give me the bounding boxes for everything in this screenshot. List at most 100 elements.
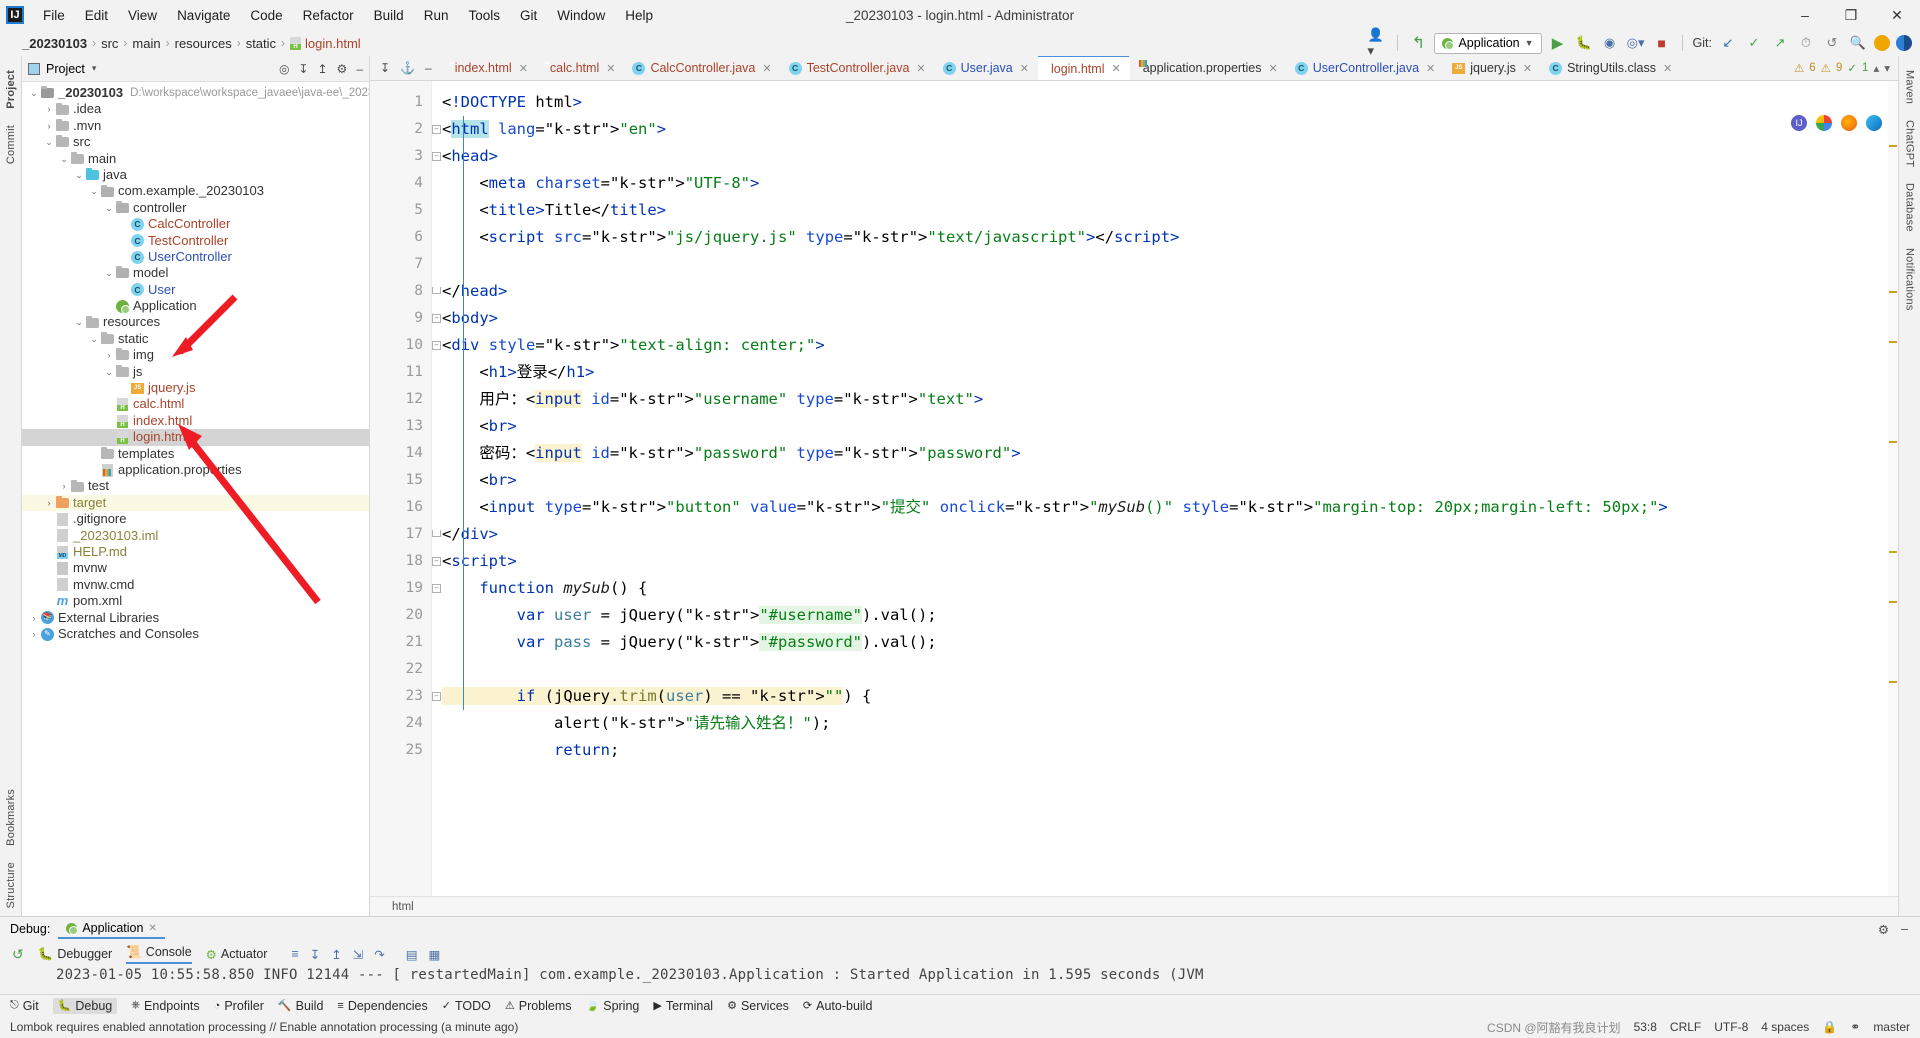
chevron-up-icon[interactable]: ▴ [1873, 61, 1879, 75]
menu-item-git[interactable]: Git [511, 5, 546, 26]
indent-setting[interactable]: 4 spaces [1761, 1020, 1809, 1034]
code-line-14[interactable]: 密码：<input id="k-str">"password" type="k-… [432, 440, 1888, 467]
chevron-down-icon[interactable]: ⌄ [43, 134, 55, 150]
code-line-3[interactable]: <head> [432, 143, 1888, 170]
code-line-20[interactable]: var user = jQuery("k-str">"#username").v… [432, 602, 1888, 629]
minimize-button[interactable]: – [1782, 0, 1828, 30]
line-number-1[interactable]: 1 [370, 89, 431, 116]
line-number-11[interactable]: 11 [370, 359, 431, 386]
menu-item-navigate[interactable]: Navigate [168, 5, 239, 26]
line-number-14[interactable]: 14 [370, 440, 431, 467]
line-number-20[interactable]: 20 [370, 602, 431, 629]
code-line-16[interactable]: <input type="k-str">"button" value="k-st… [432, 494, 1888, 521]
breadcrumb-project[interactable]: _20230103 [22, 36, 87, 51]
run-icon[interactable]: ▶ [1548, 33, 1568, 53]
line-number-16[interactable]: 16 [370, 494, 431, 521]
tree-node-calccontroller[interactable]: C CalcController [22, 216, 369, 232]
close-icon[interactable]: ✕ [916, 62, 925, 75]
tool-window-button-dependencies[interactable]: ≡ Dependencies [337, 999, 427, 1013]
breadcrumb-resources[interactable]: resources [175, 36, 232, 51]
minimize-icon[interactable]: – [1901, 922, 1908, 937]
tree-node-scratches-and-consoles[interactable]: › ✎ Scratches and Consoles [22, 626, 369, 642]
hide-icon[interactable]: – [356, 62, 363, 76]
git-push-icon[interactable]: ↗ [1770, 33, 1790, 53]
line-number-18[interactable]: 18− [370, 548, 441, 575]
code-line-8[interactable]: </head> [432, 278, 1888, 305]
ij-assistant-icon[interactable]: IJ [1791, 115, 1807, 131]
code-line-25[interactable]: return; [432, 737, 1888, 764]
close-icon[interactable]: ✕ [148, 923, 156, 934]
line-separator[interactable]: CRLF [1670, 1020, 1701, 1034]
tool-window-button-terminal[interactable]: ▶ Terminal [653, 999, 713, 1013]
menu-item-run[interactable]: Run [415, 5, 458, 26]
code-text-area[interactable]: <!DOCTYPE html> <html lang="k-str">"en"> <… [432, 81, 1888, 896]
tree-node-main[interactable]: ⌄ main [22, 151, 369, 167]
tree-node-login-html[interactable]: login.html [22, 429, 369, 446]
code-line-6[interactable]: <script src="k-str">"js/jquery.js" type=… [432, 224, 1888, 251]
chevron-down-icon[interactable]: ⌄ [103, 364, 115, 380]
stop-icon[interactable]: ■ [1652, 33, 1672, 53]
expand-all-icon[interactable]: ↧ [298, 62, 308, 76]
line-number-25[interactable]: 25 [370, 737, 431, 764]
code-line-5[interactable]: <title>Title</title> [432, 197, 1888, 224]
step-into-icon[interactable]: ↧ [310, 947, 320, 962]
code-line-19[interactable]: function mySub() { [432, 575, 1888, 602]
chevron-right-icon[interactable]: › [28, 626, 40, 642]
firefox-icon[interactable] [1841, 115, 1857, 131]
line-number-22[interactable]: 22 [370, 656, 431, 683]
line-number-15[interactable]: 15 [370, 467, 431, 494]
notifications-icon[interactable] [1874, 35, 1890, 51]
git-update-icon[interactable]: ↙ [1718, 33, 1738, 53]
tree-node-user[interactable]: C User [22, 282, 369, 298]
chrome-icon[interactable] [1816, 115, 1832, 131]
caret-position[interactable]: 53:8 [1634, 1020, 1657, 1034]
close-button[interactable]: ✕ [1874, 0, 1920, 30]
tree-node-target[interactable]: › target [22, 494, 369, 512]
code-line-24[interactable]: alert("k-str">"请先输入姓名！"); [432, 710, 1888, 737]
code-line-11[interactable]: <h1>登录</h1> [432, 359, 1888, 386]
editor-tab-calc-html[interactable]: calc.html ✕ [537, 56, 625, 80]
rail-item-chatgpt[interactable]: ChatGPT [1902, 112, 1918, 175]
line-number-24[interactable]: 24 [370, 710, 431, 737]
menu-item-tools[interactable]: Tools [459, 5, 509, 26]
line-number-gutter[interactable]: 1 2−3−4 5 6 7 8 9−10−11 12 13 14 15 16 17 18−19−20 21 2… [370, 81, 441, 896]
tree-node-calc-html[interactable]: calc.html [22, 396, 369, 412]
tree-node-application[interactable]: Application [22, 298, 369, 314]
code-editor[interactable]: IJ 1 2−3−4 5 6 7 8 9−10−11 12 13 14 15 16 17 18−19−20… [370, 81, 1898, 896]
chevron-right-icon[interactable]: › [28, 610, 40, 626]
rail-item-maven[interactable]: Maven [1902, 62, 1918, 112]
close-icon[interactable]: ✕ [762, 62, 771, 75]
code-line-23[interactable]: if (jQuery.trim(user) == "k-str">"") { [432, 683, 1888, 710]
editor-tab-application-properties[interactable]: application.properties ✕ [1130, 56, 1287, 80]
tool-window-button-profiler[interactable]: ◔ Profiler [214, 999, 264, 1013]
chevron-down-icon[interactable]: ⌄ [73, 167, 85, 183]
chevron-right-icon[interactable]: › [58, 478, 70, 494]
tree-node-img[interactable]: › img [22, 347, 369, 363]
tree-node-model[interactable]: ⌄ model [22, 265, 369, 281]
editor-tab-testcontroller-java[interactable]: C TestController.java ✕ [781, 56, 935, 80]
maximize-button[interactable]: ❐ [1828, 0, 1874, 30]
rail-item-notifications[interactable]: Notifications [1902, 240, 1918, 319]
tree-node-jquery-js[interactable]: JS jquery.js [22, 380, 369, 396]
line-number-3[interactable]: 3− [370, 143, 441, 170]
tree-node-resources[interactable]: ⌄ resources [22, 314, 369, 330]
breadcrumb-login-html[interactable]: login.html [305, 36, 361, 51]
menu-item-window[interactable]: Window [548, 5, 614, 26]
breadcrumb-html-element[interactable]: html [392, 901, 414, 913]
collapse-icon[interactable]: ↧ [380, 61, 390, 75]
code-line-9[interactable]: <body> [432, 305, 1888, 332]
tree-node--idea[interactable]: › .idea [22, 101, 369, 117]
line-number-10[interactable]: 10− [370, 332, 441, 359]
tree-node-com-example-20230103[interactable]: ⌄ com.example._20230103 [22, 183, 369, 199]
breadcrumb-main[interactable]: main [132, 36, 160, 51]
close-icon[interactable]: ✕ [519, 62, 528, 75]
rail-item-structure[interactable]: Structure [3, 854, 19, 916]
tree-node--20230103[interactable]: ⌄ _20230103 D:\workspace\workspace_javaee\… [22, 85, 369, 101]
code-line-2[interactable]: <html lang="k-str">"en"> [432, 116, 1888, 143]
debug-subtab-console[interactable]: 📜 Console [126, 945, 192, 964]
debug-subtab-actuator[interactable]: ⚙ Actuator [206, 947, 268, 962]
git-commit-icon[interactable]: ✓ [1744, 33, 1764, 53]
close-icon[interactable]: ✕ [1111, 62, 1120, 75]
code-line-4[interactable]: <meta charset="k-str">"UTF-8"> [432, 170, 1888, 197]
edge-icon[interactable] [1866, 115, 1882, 131]
